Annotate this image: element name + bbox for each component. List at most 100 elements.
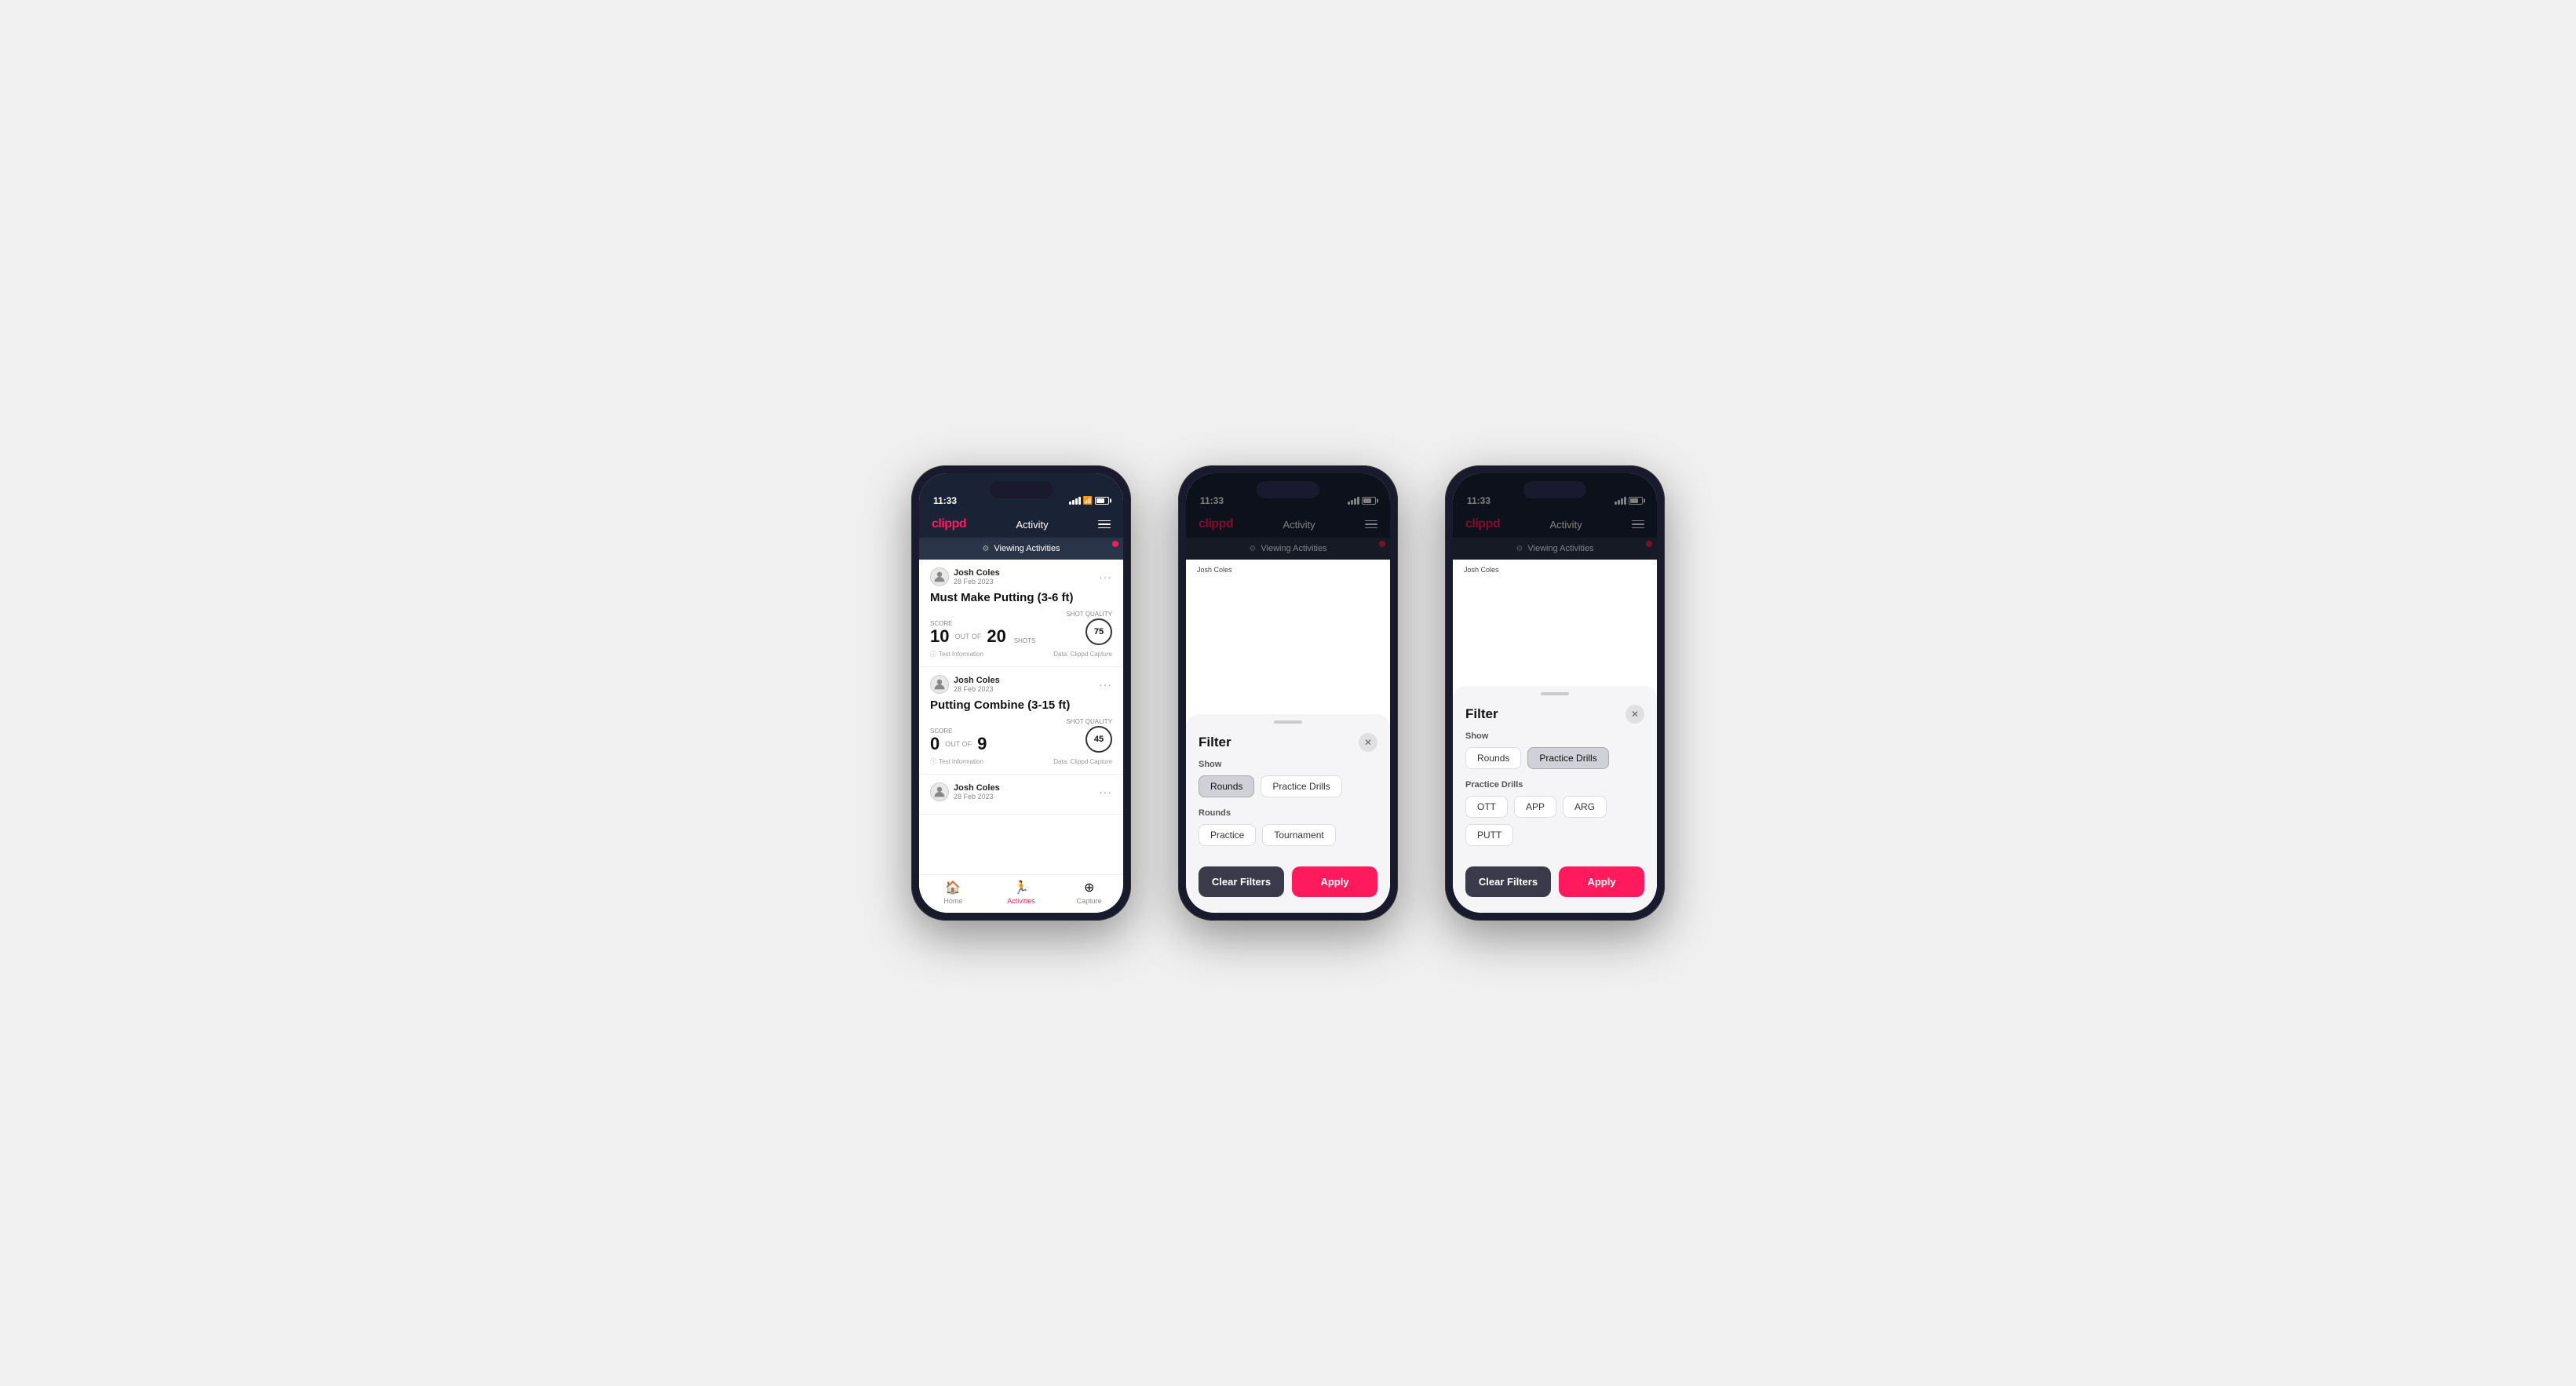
top-nav-1: clippd Activity	[919, 511, 1123, 538]
activities-label-1: Activities	[1007, 897, 1035, 905]
signal-bars-3	[1615, 497, 1626, 505]
more-dots-2[interactable]: ···	[1099, 678, 1112, 691]
test-info-2: ⓘ Test Information	[930, 757, 983, 766]
filter-sliders-icon-2: ⚙	[1249, 545, 1256, 553]
stat-score-2: Score 0 OUT OF 9	[930, 728, 987, 753]
data-source-1: Data: Clippd Capture	[1053, 651, 1112, 658]
chip-rounds-2[interactable]: Rounds	[1199, 775, 1254, 797]
avatar-2	[930, 675, 949, 694]
nav-item-activities-1[interactable]: 🏃 Activities	[987, 880, 1056, 905]
bottom-nav-1: 🏠 Home 🏃 Activities ⊕ Capture	[919, 874, 1123, 913]
filter-show-label-3: Show	[1465, 731, 1644, 741]
logo-2: clippd	[1199, 517, 1233, 531]
filter-header-2: Filter ✕	[1186, 727, 1390, 760]
hamburger-icon-1[interactable]	[1098, 520, 1111, 529]
filter-close-btn-2[interactable]: ✕	[1359, 733, 1377, 752]
nav-title-2: Activity	[1283, 519, 1315, 531]
viewing-bar-1[interactable]: ⚙ Viewing Activities	[919, 538, 1123, 560]
chip-tournament-2[interactable]: Tournament	[1262, 824, 1335, 846]
filter-body-3: Show Rounds Practice Drills Practice Dri…	[1453, 731, 1657, 857]
stat-quality-1: Shot Quality 75	[1066, 611, 1112, 645]
chip-rounds-3[interactable]: Rounds	[1465, 747, 1521, 769]
capture-label-1: Capture	[1077, 897, 1102, 905]
filter-close-btn-3[interactable]: ✕	[1626, 705, 1644, 724]
status-icons-1: 📶	[1069, 497, 1109, 505]
activity-title-1: Must Make Putting (3-6 ft)	[930, 591, 1112, 604]
filter-sliders-icon-1: ⚙	[982, 545, 989, 553]
chip-practice-2[interactable]: Practice	[1199, 824, 1256, 846]
home-label-1: Home	[943, 897, 962, 905]
data-source-2: Data: Clippd Capture	[1053, 758, 1112, 765]
filter-show-chips-2: Rounds Practice Drills	[1199, 775, 1377, 797]
logo-1: clippd	[932, 517, 966, 531]
filter-title-2: Filter	[1199, 735, 1231, 750]
nav-title-1: Activity	[1016, 519, 1048, 531]
user-date-2: 28 Feb 2023	[954, 685, 1000, 693]
filter-rounds-chips-2: Practice Tournament	[1199, 824, 1377, 846]
viewing-bar-text-1: Viewing Activities	[994, 544, 1060, 553]
hamburger-icon-2[interactable]	[1365, 520, 1377, 529]
avatar-3	[930, 782, 949, 801]
chip-arg-3[interactable]: ARG	[1563, 796, 1607, 818]
card-footer-2: ⓘ Test Information Data: Clippd Capture	[930, 757, 1112, 766]
chip-practice-drills-3[interactable]: Practice Drills	[1527, 747, 1608, 769]
user-text-2: Josh Coles 28 Feb 2023	[954, 676, 1000, 693]
filter-footer-3: Clear Filters Apply	[1453, 857, 1657, 913]
viewing-bar-text-3: Viewing Activities	[1527, 544, 1593, 553]
filter-show-label-2: Show	[1199, 760, 1377, 769]
activity-title-2: Putting Combine (3-15 ft)	[930, 698, 1112, 712]
status-time-3: 11:33	[1467, 495, 1491, 506]
phone-3: 11:33 clippd Activity	[1445, 465, 1665, 921]
viewing-bar-text-2: Viewing Activities	[1261, 544, 1326, 553]
wifi-icon: 📶	[1083, 497, 1093, 505]
signal-bar-3	[1075, 498, 1078, 505]
avatar-1	[930, 567, 949, 586]
nav-item-capture-1[interactable]: ⊕ Capture	[1055, 880, 1123, 905]
clear-filters-btn-3[interactable]: Clear Filters	[1465, 866, 1551, 897]
apply-btn-2[interactable]: Apply	[1292, 866, 1377, 897]
activity-card-1: Josh Coles 28 Feb 2023 ··· Must Make Put…	[919, 560, 1123, 667]
signal-bars-1	[1069, 497, 1081, 505]
filter-title-3: Filter	[1465, 706, 1498, 722]
user-text-1: Josh Coles 28 Feb 2023	[954, 568, 1000, 585]
shot-quality-badge-2: 45	[1085, 726, 1112, 753]
user-info-1: Josh Coles 28 Feb 2023	[930, 567, 1000, 586]
red-dot-3	[1646, 541, 1652, 547]
chip-ott-3[interactable]: OTT	[1465, 796, 1508, 818]
activity-list-1: Josh Coles 28 Feb 2023 ··· Must Make Put…	[919, 560, 1123, 874]
more-dots-1[interactable]: ···	[1099, 571, 1112, 583]
nav-item-home-1[interactable]: 🏠 Home	[919, 880, 987, 905]
stats-row-1: Score 10 OUT OF 20 Shots	[930, 611, 1112, 645]
dynamic-island-1	[990, 481, 1053, 498]
filter-sliders-icon-3: ⚙	[1516, 545, 1523, 553]
chip-putt-3[interactable]: PUTT	[1465, 824, 1513, 846]
dynamic-island-2	[1257, 481, 1319, 498]
viewing-bar-2: ⚙ Viewing Activities	[1186, 538, 1390, 560]
chip-practice-drills-2[interactable]: Practice Drills	[1261, 775, 1341, 797]
chip-app-3[interactable]: APP	[1514, 796, 1556, 818]
phone-2: 11:33 clippd Activity	[1178, 465, 1398, 921]
status-time-1: 11:33	[933, 495, 957, 506]
status-time-2: 11:33	[1200, 495, 1224, 506]
stat-quality-2: Shot Quality 45	[1066, 718, 1112, 753]
clear-filters-btn-2[interactable]: Clear Filters	[1199, 866, 1284, 897]
red-dot-2	[1379, 541, 1385, 547]
card-header-3: Josh Coles 28 Feb 2023 ···	[930, 782, 1112, 801]
shot-quality-badge-1: 75	[1085, 618, 1112, 645]
dynamic-island-3	[1523, 481, 1586, 498]
activity-card-3: Josh Coles 28 Feb 2023 ···	[919, 775, 1123, 815]
battery-icon-2	[1362, 497, 1376, 505]
battery-icon-1	[1095, 497, 1109, 505]
apply-btn-3[interactable]: Apply	[1559, 866, 1644, 897]
user-name-1: Josh Coles	[954, 568, 1000, 578]
status-icons-2	[1348, 497, 1376, 505]
user-text-3: Josh Coles 28 Feb 2023	[954, 783, 1000, 801]
stat-score-1: Score 10 OUT OF 20	[930, 620, 1006, 645]
card-header-1: Josh Coles 28 Feb 2023 ···	[930, 567, 1112, 586]
activities-icon-1: 🏃	[1013, 880, 1029, 895]
more-dots-3[interactable]: ···	[1099, 786, 1112, 798]
card-header-2: Josh Coles 28 Feb 2023 ···	[930, 675, 1112, 694]
filter-header-3: Filter ✕	[1453, 698, 1657, 731]
signal-bar-2	[1072, 500, 1075, 505]
hamburger-icon-3[interactable]	[1632, 520, 1644, 529]
